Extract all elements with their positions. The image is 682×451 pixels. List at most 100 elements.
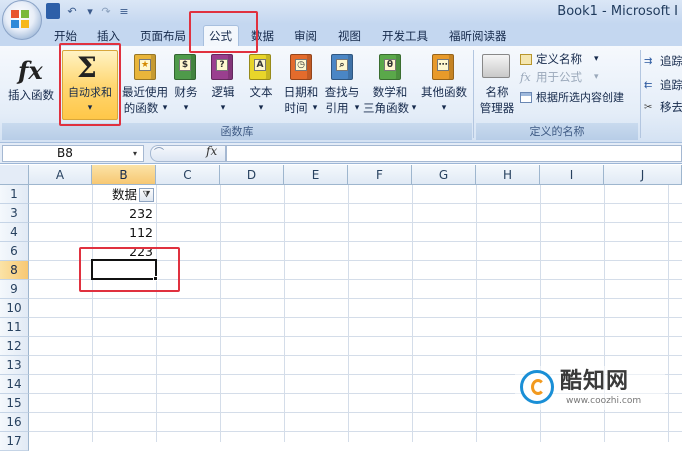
date-time-label1: 日期和 <box>283 85 319 99</box>
row-header-1[interactable]: 1 <box>0 185 29 204</box>
math-label2: 三角函数 <box>363 101 409 115</box>
math-trig-button[interactable]: θ 数学和 三角函数 ▾ <box>362 52 418 120</box>
trace-dependents-button[interactable]: ⇇ 追踪 <box>644 78 682 94</box>
financial-button[interactable]: $ 财务 ▾ <box>170 52 202 120</box>
row-header-6[interactable]: 6 <box>0 242 29 261</box>
row-header-4[interactable]: 4 <box>0 223 29 242</box>
undo-dropdown-icon[interactable]: ▾ <box>84 4 96 20</box>
row-header-16[interactable]: 16 <box>0 413 29 432</box>
row-header-12[interactable]: 12 <box>0 337 29 356</box>
column-header-h[interactable]: H <box>476 165 540 185</box>
highlight-autosum-button <box>59 43 121 126</box>
more-functions-label: 其他函数 <box>421 85 467 99</box>
column-header-f[interactable]: F <box>348 165 412 185</box>
column-header-j[interactable]: J <box>604 165 682 185</box>
column-header-d[interactable]: D <box>220 165 284 185</box>
math-book-icon: θ <box>379 54 401 80</box>
more-functions-button[interactable]: ⋯ 其他函数 ▾ <box>418 52 470 120</box>
grid-line <box>348 185 349 442</box>
row-header-8[interactable]: 8 <box>0 261 29 280</box>
math-label1: 数学和 <box>372 85 408 99</box>
grid-line <box>156 185 157 442</box>
trace-precedents-icon: ⇉ <box>644 56 653 67</box>
tab-foxit-reader[interactable]: 福昕阅读器 <box>449 27 507 45</box>
redo-icon[interactable]: ↷ <box>98 4 114 20</box>
column-header-e[interactable]: E <box>284 165 348 185</box>
grid-line <box>220 185 221 442</box>
grid-line <box>29 412 682 413</box>
column-header-a[interactable]: A <box>29 165 92 185</box>
column-header-c[interactable]: C <box>156 165 220 185</box>
tab-developer[interactable]: 开发工具 <box>382 27 428 45</box>
trace-dependents-label: 追踪 <box>660 78 682 92</box>
office-logo-icon <box>11 10 29 28</box>
column-header-g[interactable]: G <box>412 165 476 185</box>
define-name-button[interactable]: 定义名称 ▾ <box>520 52 630 68</box>
insert-function-button[interactable]: fx 插入函数 <box>4 52 58 104</box>
column-header-i[interactable]: I <box>540 165 604 185</box>
remove-arrows-label: 移去 <box>660 100 682 114</box>
lookup-reference-button[interactable]: ⌕ 查找与 引用 ▾ <box>322 52 362 120</box>
grid-line <box>284 185 285 442</box>
row-header-14[interactable]: 14 <box>0 375 29 394</box>
formula-input[interactable] <box>226 145 682 162</box>
text-dropdown-icon: ▾ <box>258 103 264 113</box>
row-header-3[interactable]: 3 <box>0 204 29 223</box>
recently-used-button[interactable]: ★ 最近使用 的函数 ▾ <box>120 52 170 120</box>
define-name-label: 定义名称 <box>536 52 582 66</box>
row-header-15[interactable]: 15 <box>0 394 29 413</box>
watermark-name: 酷知网 <box>560 369 630 394</box>
tab-page-layout[interactable]: 页面布局 <box>140 27 186 45</box>
trace-precedents-button[interactable]: ⇉ 追踪 <box>644 54 682 70</box>
column-header-b[interactable]: B <box>92 165 156 185</box>
financial-dropdown-icon: ▾ <box>183 103 189 113</box>
row-header-9[interactable]: 9 <box>0 280 29 299</box>
date-time-button[interactable]: ◷ 日期和 时间 ▾ <box>282 52 320 120</box>
use-in-formula-label: 用于公式 <box>536 70 582 84</box>
cell-b4[interactable]: 112 <box>93 223 153 242</box>
grid-line <box>29 317 682 318</box>
fx-insert-function-icon[interactable]: fx <box>206 144 217 158</box>
name-box-dropdown-icon[interactable]: ▾ <box>128 147 142 160</box>
define-name-icon <box>520 54 532 65</box>
group-label-defined-names: 定义的名称 <box>476 123 638 140</box>
window-title: Book1 - Microsoft I <box>557 4 678 19</box>
lookup-label1: 查找与 <box>324 85 360 99</box>
fx-icon: fx <box>18 56 43 85</box>
name-manager-button[interactable]: 名称 管理器 <box>476 52 518 120</box>
select-all-corner[interactable] <box>0 165 29 185</box>
logical-button[interactable]: ? 逻辑 ▾ <box>207 52 239 120</box>
text-button[interactable]: A 文本 ▾ <box>245 52 277 120</box>
star-book-icon: ★ <box>134 54 156 80</box>
tab-view[interactable]: 视图 <box>338 27 361 45</box>
cell-b3[interactable]: 232 <box>93 204 153 223</box>
tab-review[interactable]: 审阅 <box>294 27 317 45</box>
date-time-label2: 时间 <box>284 101 308 115</box>
customize-quick-access-icon[interactable]: ≡ <box>118 4 130 20</box>
row-header-11[interactable]: 11 <box>0 318 29 337</box>
create-from-selection-label: 根据所选内容创建 <box>536 91 624 104</box>
define-name-dropdown-icon: ▾ <box>594 54 599 64</box>
grid-line <box>29 298 682 299</box>
highlight-active-cell <box>79 247 180 292</box>
insert-function-label: 插入函数 <box>8 88 54 102</box>
remove-arrows-button[interactable]: ✂ 移去 <box>644 100 682 116</box>
name-box[interactable]: B8 <box>2 145 144 162</box>
expand-collapse-icon[interactable]: ⌒ <box>152 146 166 161</box>
lookup-book-icon: ⌕ <box>331 54 353 80</box>
trace-dependents-icon: ⇇ <box>644 80 653 91</box>
name-manager-label1: 名称 <box>485 85 509 99</box>
save-icon[interactable] <box>46 3 60 19</box>
remove-arrows-icon: ✂ <box>644 102 653 113</box>
funnel-icon[interactable]: ⧩ <box>139 188 154 202</box>
watermark-url: www.coozhi.com <box>566 396 642 406</box>
row-header-10[interactable]: 10 <box>0 299 29 318</box>
cell-b1[interactable]: 数据 <box>93 185 137 204</box>
undo-icon[interactable]: ↶ <box>64 4 80 20</box>
more-functions-dropdown-icon: ▾ <box>441 103 447 113</box>
financial-label: 财务 <box>174 85 198 99</box>
create-from-selection-button[interactable]: 根据所选内容创建 <box>520 90 638 106</box>
use-in-formula-button[interactable]: fx 用于公式 ▾ <box>520 70 630 86</box>
row-header-13[interactable]: 13 <box>0 356 29 375</box>
use-in-formula-dropdown-icon: ▾ <box>594 72 599 82</box>
